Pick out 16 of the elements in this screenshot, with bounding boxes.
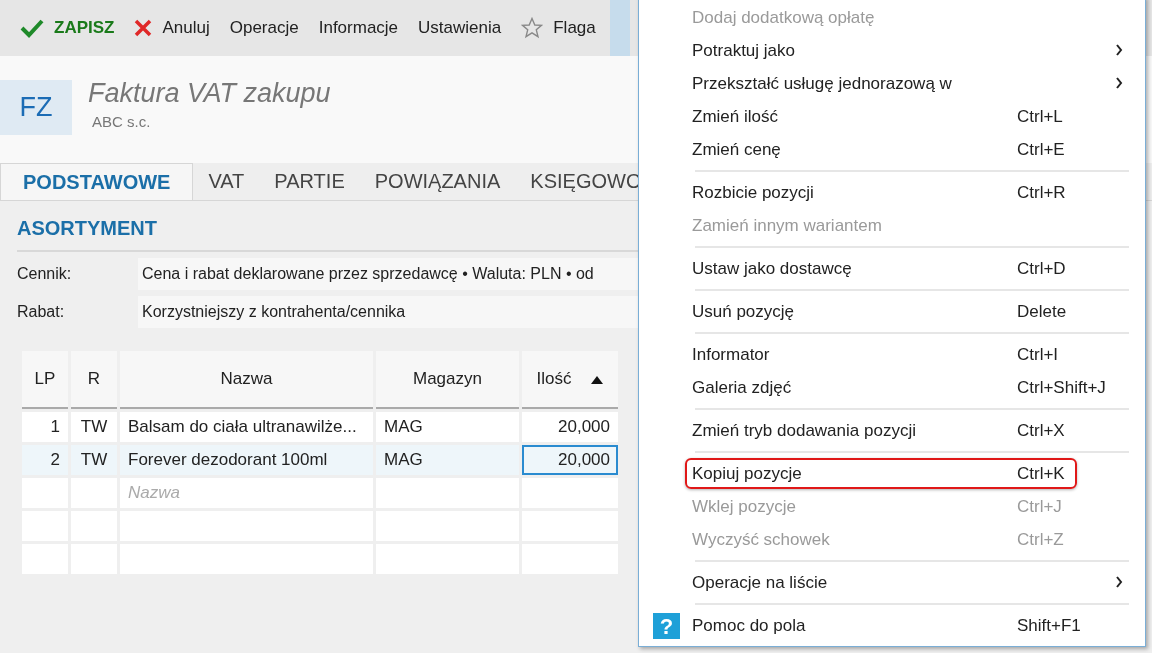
field-label: Cennik:: [17, 265, 73, 283]
table-cell: 2: [22, 445, 68, 475]
document-title: Faktura VAT zakupu: [88, 78, 331, 109]
table-cell: TW: [71, 412, 117, 442]
table-cell: MAG: [376, 412, 519, 442]
help-icon: ?: [653, 613, 680, 639]
document-badge: FZ: [0, 80, 72, 135]
table-cell: TW: [71, 445, 117, 475]
table-cell: 20,000: [522, 412, 618, 442]
document-subtitle: ABC s.c.: [92, 113, 152, 130]
table-cell: MAG: [376, 445, 519, 475]
table-cell: Balsam do ciała ultranawilże...: [120, 412, 373, 442]
table-cell: Forever dezodorant 100ml: [120, 445, 373, 475]
table-cell: 20,000: [522, 445, 618, 475]
table-cell: 1: [22, 412, 68, 442]
field-label: Rabat:: [17, 303, 66, 321]
